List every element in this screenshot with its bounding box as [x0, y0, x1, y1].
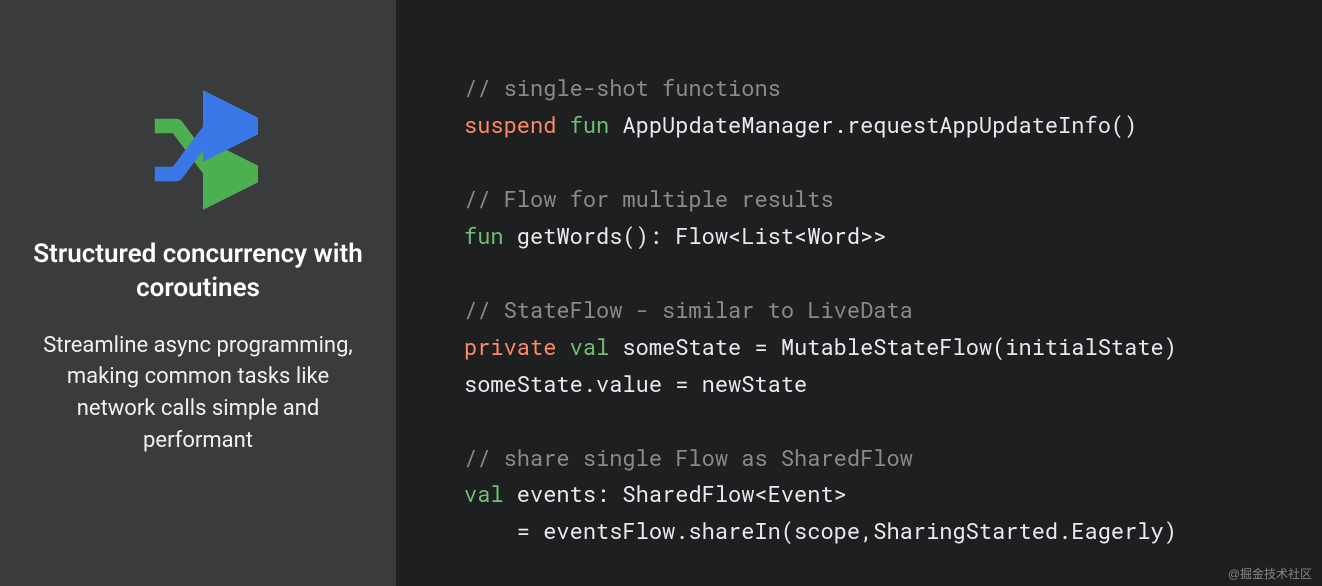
code-keyword: suspend	[464, 110, 556, 139]
code-text: someState.value = newState	[464, 369, 807, 398]
slide-description: Streamline async programming, making com…	[0, 330, 396, 458]
code-keyword: val	[570, 332, 610, 361]
code-text: AppUpdateManager.requestAppUpdateInfo()	[609, 110, 1137, 139]
code-text: getWords(): Flow<List<Word>>	[504, 221, 887, 250]
slide-title: Structured concurrency with coroutines	[0, 238, 396, 306]
code-keyword: fun	[570, 110, 610, 139]
shuffle-icon	[138, 90, 258, 210]
code-text: = eventsFlow.shareIn(scope,SharingStarte…	[464, 516, 1177, 545]
code-comment: // StateFlow - similar to LiveData	[464, 295, 913, 324]
code-keyword: fun	[464, 221, 504, 250]
code-comment: // single-shot functions	[464, 73, 781, 102]
watermark: @掘金技术社区	[1228, 565, 1312, 582]
code-text: someState = MutableStateFlow(initialStat…	[609, 332, 1177, 361]
code-comment: // share single Flow as SharedFlow	[464, 443, 913, 472]
code-text: events: SharedFlow<Event>	[504, 479, 847, 508]
code-keyword: val	[464, 479, 504, 508]
code-keyword: private	[464, 332, 556, 361]
code-block: // single-shot functions suspend fun App…	[396, 0, 1322, 586]
code-comment: // Flow for multiple results	[464, 184, 834, 213]
left-panel: Structured concurrency with coroutines S…	[0, 0, 396, 586]
